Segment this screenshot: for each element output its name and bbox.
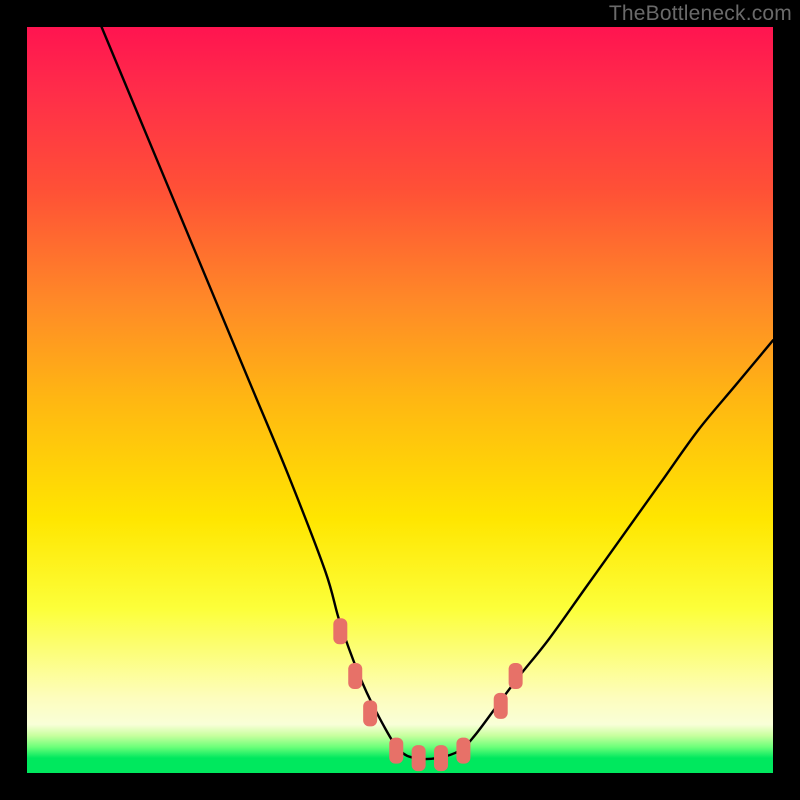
marker-valley-left (389, 738, 403, 764)
marker-right-lower (494, 693, 508, 719)
marker-right-upper (509, 663, 523, 689)
marker-left-mid (348, 663, 362, 689)
plot-area (27, 27, 773, 773)
marker-layer (333, 618, 522, 771)
outer-frame: TheBottleneck.com (0, 0, 800, 800)
marker-valley-mid2 (434, 745, 448, 771)
marker-left-upper (333, 618, 347, 644)
marker-valley-mid1 (412, 745, 426, 771)
chart-svg (27, 27, 773, 773)
curve-layer (102, 27, 773, 759)
watermark-text: TheBottleneck.com (609, 2, 792, 26)
bottleneck-curve (102, 27, 773, 759)
marker-left-lower (363, 700, 377, 726)
marker-valley-right (456, 738, 470, 764)
